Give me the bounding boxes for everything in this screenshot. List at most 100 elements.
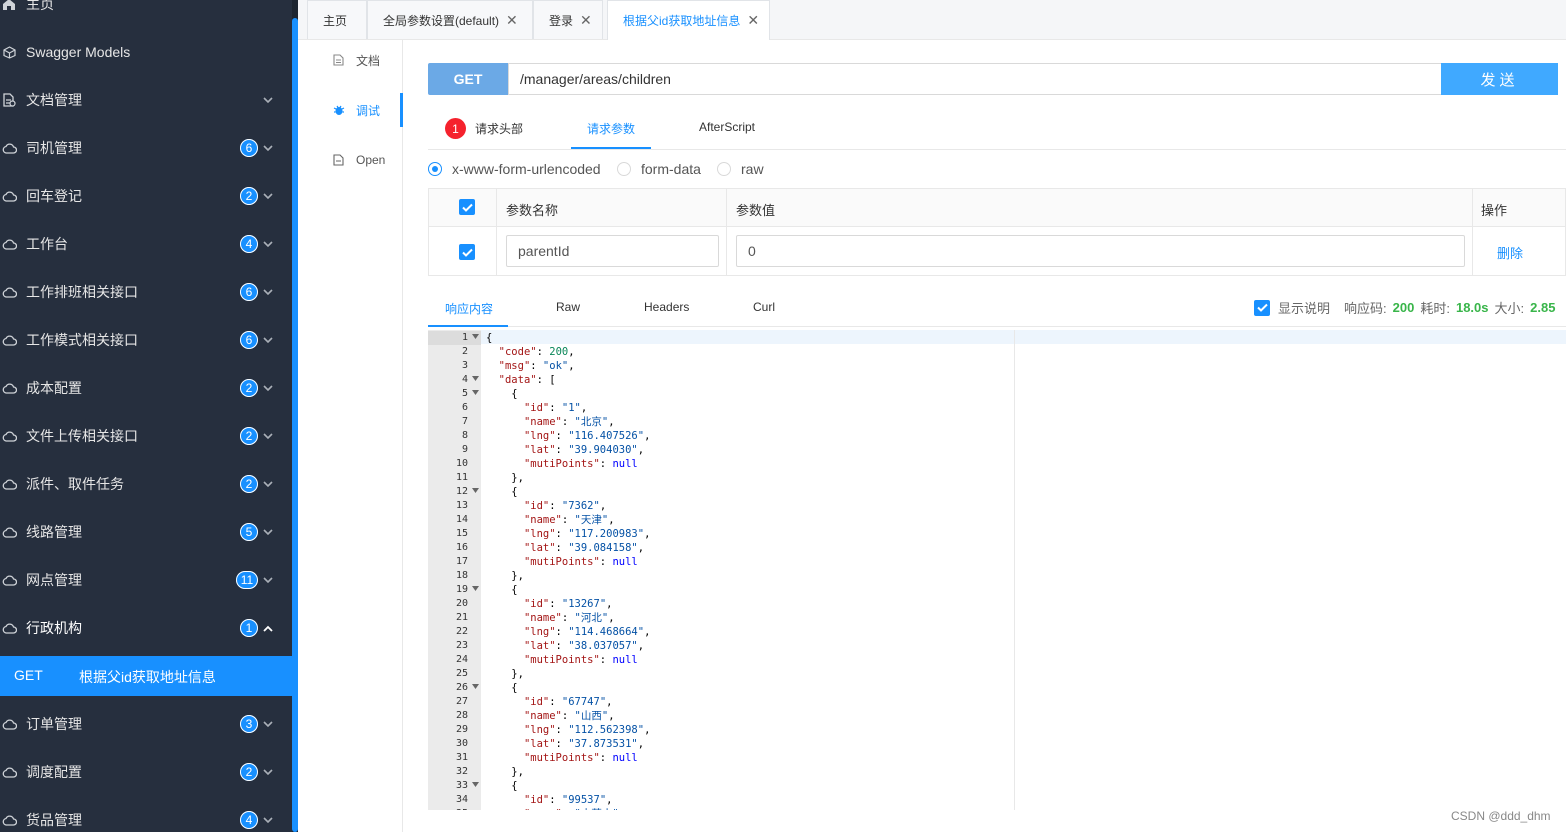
delete-param-link[interactable]: 删除 (1497, 243, 1523, 262)
chevron-down-icon[interactable] (263, 527, 273, 537)
chevron-up-icon[interactable] (263, 623, 273, 633)
cloud-icon (1, 621, 17, 635)
line-number: 28 (455, 710, 468, 721)
show-desc-checkbox[interactable] (1254, 299, 1270, 316)
sidebar-item-group-5[interactable]: 工作台 4 (0, 220, 292, 268)
chevron-down-icon[interactable] (263, 575, 273, 585)
sidebar-item-group-14[interactable]: 订单管理 3 (0, 700, 292, 748)
fold-toggle-icon[interactable] (472, 387, 479, 401)
chevron-down-icon[interactable] (263, 815, 273, 825)
sidebar-item-group-15[interactable]: 调度配置 2 (0, 748, 292, 796)
sidebar-operation-active[interactable]: GET 根据父id获取地址信息 (0, 656, 292, 696)
chevron-down-icon[interactable] (263, 383, 273, 393)
cloud-icon (1, 717, 17, 731)
count-badge: 1 (240, 619, 258, 637)
radio-form-data[interactable]: form-data (617, 161, 701, 177)
code-line: { (486, 682, 518, 694)
url-input[interactable] (508, 63, 1521, 95)
chevron-down-icon[interactable] (263, 191, 273, 201)
sidebar-item-group-4[interactable]: 回车登记 2 (0, 172, 292, 220)
cloud-icon (1, 477, 17, 491)
sidebar-item-swagger-models[interactable]: Swagger Models (0, 28, 292, 76)
editor-active-line (481, 330, 1566, 344)
code-line: "lng": "114.468664", (523, 626, 651, 638)
line-number: 35 (428, 807, 468, 810)
close-icon[interactable]: ✕ (580, 12, 592, 29)
code-line: }, (486, 472, 524, 484)
count-badge: 6 (240, 139, 258, 157)
chevron-down-icon[interactable] (263, 335, 273, 345)
line-number: 33 (455, 780, 468, 791)
doc-menu-item-1[interactable]: 调试 (298, 90, 402, 130)
tab-request-params[interactable]: 请求参数 (587, 120, 635, 137)
fold-toggle-icon[interactable] (472, 373, 479, 387)
sidebar-item-group-8[interactable]: 成本配置 2 (0, 364, 292, 412)
chevron-down-icon[interactable] (263, 239, 273, 249)
tab-3[interactable]: 根据父id获取地址信息 ✕ (607, 0, 770, 40)
cloud-icon (1, 333, 17, 347)
param-name-input[interactable] (506, 235, 719, 267)
radio-label: form-data (641, 161, 701, 177)
radio-raw[interactable]: raw (717, 161, 764, 177)
sidebar-item-group-10[interactable]: 派件、取件任务 2 (0, 460, 292, 508)
sidebar-item-group-9[interactable]: 文件上传相关接口 2 (0, 412, 292, 460)
sidebar-item-home[interactable]: 主页 (0, 0, 292, 28)
chevron-down-icon[interactable] (263, 719, 273, 729)
sidebar-item-group-16[interactable]: 货品管理 4 (0, 796, 292, 832)
send-button[interactable]: 发送 (1441, 63, 1558, 95)
tab-0[interactable]: 主页 (307, 0, 367, 39)
sidebar-item-group-7[interactable]: 工作模式相关接口 6 (0, 316, 292, 364)
sidebar-item-group-12[interactable]: 网点管理 11 (0, 556, 292, 604)
code-line: "lat": "39.084158", (523, 542, 645, 554)
status-code-label: 响应码: (1344, 301, 1387, 316)
tab-response-raw[interactable]: Raw (556, 300, 580, 314)
cloud-icon (1, 525, 17, 539)
tab-response-curl[interactable]: Curl (753, 300, 775, 314)
tab-response-headers[interactable]: Headers (644, 300, 689, 314)
chevron-down-icon[interactable] (263, 287, 273, 297)
response-meta: 显示说明 响应码: 200 耗时: 18.0s 大小: 2.85 (1254, 298, 1561, 317)
tab-2[interactable]: 登录 ✕ (533, 0, 603, 39)
sidebar-item-group-2[interactable]: 文档管理 (0, 76, 292, 124)
chevron-down-icon[interactable] (263, 143, 273, 153)
sidebar-item-label: 回车登记 (26, 188, 82, 204)
doc-menu-item-2[interactable]: Open (298, 140, 402, 180)
close-icon[interactable]: ✕ (747, 12, 759, 29)
code-line: "id": "7362", (523, 500, 607, 512)
select-all-checkbox[interactable] (459, 199, 475, 215)
sidebar-item-group-6[interactable]: 工作排班相关接口 6 (0, 268, 292, 316)
col-header-name: 参数名称 (506, 203, 559, 218)
sidebar-item-group-11[interactable]: 线路管理 5 (0, 508, 292, 556)
time-value: 18.0s (1455, 300, 1489, 315)
close-icon[interactable]: ✕ (506, 12, 518, 29)
chevron-down-icon[interactable] (263, 95, 273, 105)
sidebar-item-group-3[interactable]: 司机管理 6 (0, 124, 292, 172)
sidebar-item-group-13[interactable]: 行政机构 1 (0, 604, 292, 652)
cloud-icon (1, 285, 17, 299)
chevron-down-icon[interactable] (263, 431, 273, 441)
tab-1[interactable]: 全局参数设置(default) ✕ (367, 0, 533, 39)
fold-toggle-icon[interactable] (472, 331, 479, 345)
tab-response-content[interactable]: 响应内容 (445, 300, 493, 317)
radio-urlencoded[interactable]: x-www-form-urlencoded (428, 161, 601, 177)
method-button[interactable]: GET (428, 63, 508, 95)
sidebar-item-label: 文档管理 (26, 92, 82, 108)
chevron-down-icon[interactable] (263, 479, 273, 489)
row-checkbox[interactable] (459, 244, 475, 260)
code-line: "mutiPoints": null (523, 458, 638, 470)
params-table-header (429, 189, 1565, 227)
line-number: 23 (455, 640, 468, 651)
fold-toggle-icon[interactable] (472, 485, 479, 499)
tab-request-headers[interactable]: 请求头部 (475, 120, 523, 137)
fold-toggle-icon[interactable] (472, 583, 479, 597)
response-code-editor[interactable]: 1 2 3 4 5 6 7 8 9 10 11 12 13 14 15 16 17 18 19 20 21 22 23 24 2… (428, 330, 1566, 810)
fold-toggle-icon[interactable] (472, 681, 479, 695)
doc-menu-item-0[interactable]: 文档 (298, 40, 402, 80)
param-value-input[interactable] (736, 235, 1465, 267)
doc-menu-label: Open (356, 153, 386, 167)
tab-afterscript[interactable]: AfterScript (699, 120, 755, 134)
radio-label: raw (741, 161, 764, 177)
request-tabs: 1 请求头部 请求参数 AfterScript (428, 108, 1566, 150)
fold-toggle-icon[interactable] (472, 779, 479, 793)
chevron-down-icon[interactable] (263, 767, 273, 777)
